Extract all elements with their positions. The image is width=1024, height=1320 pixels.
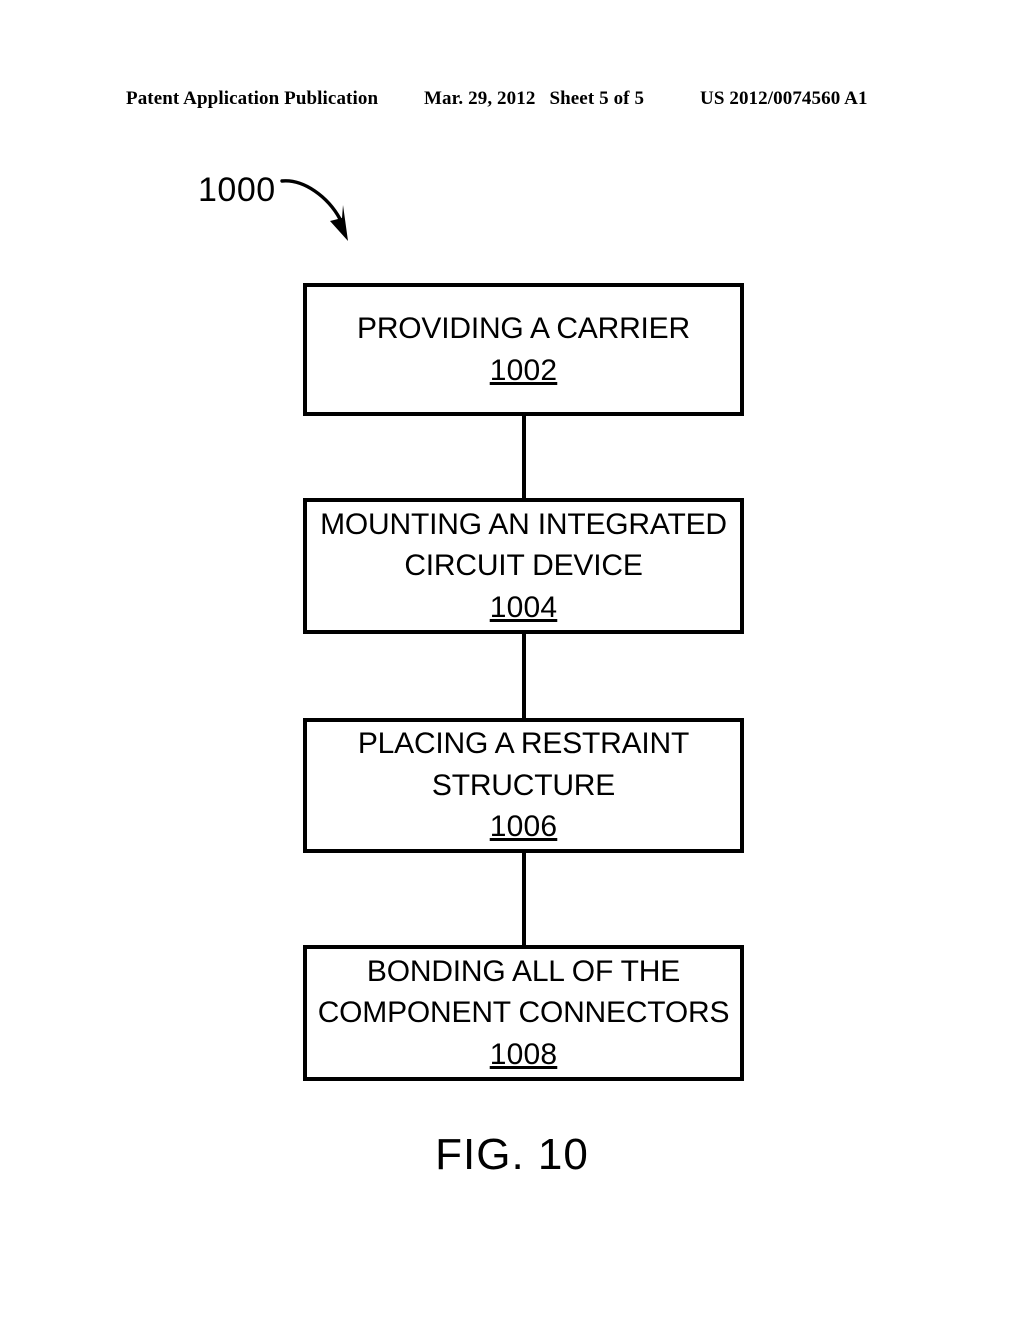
step-number: 1002 — [489, 353, 558, 387]
figure-caption: FIG. 10 — [435, 1130, 589, 1179]
flow-connector-1 — [522, 414, 526, 500]
step-label: PLACING A RESTRAINT STRUCTURE — [357, 727, 690, 802]
flowchart: PROVIDING A CARRIER 1002 MOUNTING AN INT… — [0, 0, 1024, 1320]
step-number: 1008 — [489, 1037, 558, 1071]
flowchart-step-1006: PLACING A RESTRAINT STRUCTURE 1006 — [303, 718, 744, 853]
flowchart-step-1002: PROVIDING A CARRIER 1002 — [303, 283, 744, 416]
flow-connector-2 — [522, 632, 526, 720]
step-label: PROVIDING A CARRIER — [357, 312, 690, 346]
step-number: 1006 — [489, 810, 558, 844]
step-number: 1004 — [489, 590, 558, 624]
flowchart-step-1008: BONDING ALL OF THE COMPONENT CONNECTORS … — [303, 945, 744, 1081]
flowchart-step-1004: MOUNTING AN INTEGRATED CIRCUIT DEVICE 10… — [303, 498, 744, 634]
flow-connector-3 — [522, 851, 526, 947]
step-label: MOUNTING AN INTEGRATED CIRCUIT DEVICE — [320, 507, 727, 583]
step-label: BONDING ALL OF THE COMPONENT CONNECTORS — [317, 954, 730, 1030]
